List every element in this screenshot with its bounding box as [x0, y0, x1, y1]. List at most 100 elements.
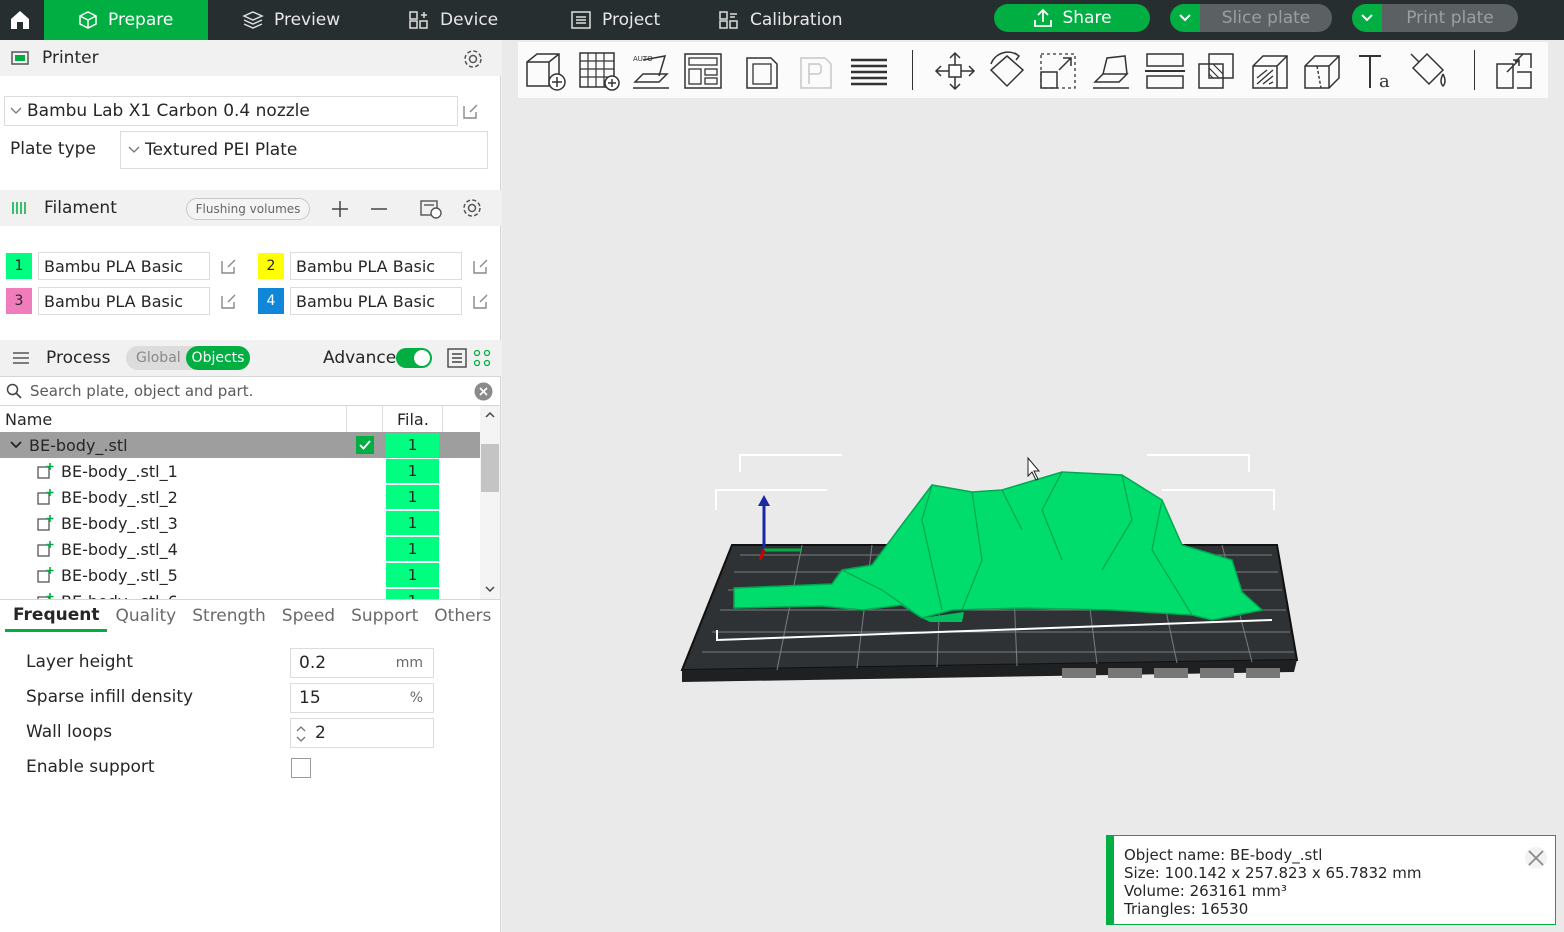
gear-icon[interactable]: [461, 197, 483, 219]
filament-cell[interactable]: 1: [386, 511, 439, 535]
stepper-arrows-icon[interactable]: [295, 723, 307, 745]
minus-icon[interactable]: [369, 199, 389, 219]
part-name: BE-body_.stl_1: [61, 461, 178, 481]
global-option[interactable]: Global: [136, 350, 181, 366]
tab-prepare[interactable]: Prepare: [44, 0, 208, 40]
filament-1-select[interactable]: Bambu PLA Basic: [38, 252, 210, 280]
part-icon: [37, 489, 54, 505]
print-plate-button[interactable]: Print plate: [1382, 4, 1518, 32]
sparse-infill-label: Sparse infill density: [26, 687, 194, 707]
edit-icon[interactable]: [220, 257, 238, 275]
tab-speed[interactable]: Speed: [274, 600, 343, 632]
filament-cell[interactable]: 1: [386, 563, 439, 587]
sync-ams-icon[interactable]: [419, 198, 443, 220]
object-search-bar: Search plate, object and part.: [0, 376, 501, 406]
slice-plate-button[interactable]: Slice plate: [1200, 4, 1332, 32]
filament-3-select[interactable]: Bambu PLA Basic: [38, 287, 210, 315]
advance-label: Advance: [323, 348, 397, 368]
home-button[interactable]: [0, 0, 40, 40]
wall-loops-stepper[interactable]: 2: [290, 718, 434, 748]
gear-icon[interactable]: [462, 48, 484, 70]
tab-label: Device: [440, 10, 499, 30]
objects-option[interactable]: Objects: [186, 346, 250, 370]
chevron-down-icon[interactable]: [9, 440, 23, 450]
filament-cell[interactable]: 1: [386, 459, 439, 483]
device-icon: [409, 11, 428, 29]
table-row[interactable]: BE-body_.stl 1: [0, 432, 480, 458]
tab-preview[interactable]: Preview: [232, 0, 350, 40]
filament-4-swatch[interactable]: 4: [258, 288, 284, 314]
mouse-cursor: [1027, 456, 1041, 481]
plus-icon[interactable]: [330, 199, 350, 219]
tab-frequent[interactable]: Frequent: [5, 600, 108, 632]
close-icon[interactable]: [1524, 846, 1548, 870]
advance-toggle[interactable]: [396, 348, 432, 368]
home-icon: [11, 11, 29, 29]
share-button[interactable]: Share: [994, 4, 1150, 32]
edit-icon[interactable]: [472, 257, 490, 275]
part-icon: [37, 463, 54, 479]
plate-type-value: Textured PEI Plate: [145, 140, 298, 160]
print-dropdown-button[interactable]: [1352, 4, 1382, 32]
table-row[interactable]: BE-body_.stl_6 1: [0, 588, 480, 600]
part-icon: [37, 593, 54, 599]
scroll-down-icon[interactable]: [484, 584, 496, 594]
compare-icon[interactable]: [473, 348, 491, 368]
tab-project[interactable]: Project: [560, 0, 670, 40]
filament-3-swatch[interactable]: 3: [6, 288, 32, 314]
list-view-icon[interactable]: [447, 348, 467, 368]
table-row[interactable]: BE-body_.stl_1 1: [0, 458, 480, 484]
sparse-infill-input[interactable]: 15 %: [290, 683, 434, 713]
edit-icon[interactable]: [472, 292, 490, 310]
table-row[interactable]: BE-body_.stl_2 1: [0, 484, 480, 510]
enable-support-checkbox[interactable]: [291, 758, 311, 778]
layers-icon: [242, 11, 264, 29]
part-name: BE-body_.stl_6: [61, 592, 178, 600]
top-bar: Prepare Preview Device Project Calibrati…: [0, 0, 1564, 40]
fila-column-header[interactable]: Fila.: [397, 410, 429, 429]
filament-4-select[interactable]: Bambu PLA Basic: [290, 287, 462, 315]
layer-height-value: 0.2: [299, 653, 327, 673]
edit-icon[interactable]: [462, 102, 480, 120]
edit-icon[interactable]: [220, 292, 238, 310]
layer-height-input[interactable]: 0.2 mm: [290, 648, 434, 678]
printer-preset-select[interactable]: Bambu Lab X1 Carbon 0.4 nozzle: [4, 96, 458, 126]
tab-support[interactable]: Support: [343, 600, 426, 632]
filament-cell[interactable]: 1: [386, 537, 439, 561]
sparse-infill-unit: %: [409, 690, 423, 706]
print-plate-group: Print plate: [1352, 4, 1518, 32]
filament-2-select[interactable]: Bambu PLA Basic: [290, 252, 462, 280]
tab-device[interactable]: Device: [398, 0, 508, 40]
axis-gizmo: [758, 495, 802, 561]
object-info-panel: Object name: BE-body_.stl Size: 100.142 …: [1106, 835, 1556, 925]
search-input[interactable]: Search plate, object and part.: [30, 382, 253, 400]
plate-type-select[interactable]: Textured PEI Plate: [120, 131, 488, 169]
tab-quality[interactable]: Quality: [107, 600, 184, 632]
slice-dropdown-button[interactable]: [1170, 4, 1200, 32]
tab-calibration[interactable]: Calibration: [708, 0, 853, 40]
object-list-scrollbar[interactable]: [480, 406, 500, 599]
object-size-info: Size: 100.142 x 257.823 x 65.7832 mm: [1124, 864, 1422, 882]
table-row[interactable]: BE-body_.stl_5 1: [0, 562, 480, 588]
printable-checkbox[interactable]: [356, 436, 374, 454]
table-row[interactable]: BE-body_.stl_4 1: [0, 536, 480, 562]
printer-title: Printer: [42, 48, 99, 68]
part-icon: [37, 541, 54, 557]
filament-1-swatch[interactable]: 1: [6, 253, 32, 279]
filament-cell[interactable]: 1: [386, 433, 439, 457]
filament-icon: [12, 202, 26, 214]
process-scope-toggle[interactable]: Global Objects: [126, 346, 250, 370]
process-section-header: Process Global Objects Advance: [0, 340, 501, 376]
table-row[interactable]: BE-body_.stl_3 1: [0, 510, 480, 536]
tab-others[interactable]: Others: [426, 600, 499, 632]
3d-scene[interactable]: [502, 40, 1564, 932]
name-column-header[interactable]: Name: [5, 410, 52, 429]
filament-cell[interactable]: 1: [386, 485, 439, 509]
flushing-volumes-button[interactable]: Flushing volumes: [186, 198, 310, 220]
scroll-thumb[interactable]: [481, 444, 499, 492]
scroll-up-icon[interactable]: [484, 410, 496, 420]
filament-2-swatch[interactable]: 2: [258, 253, 284, 279]
filament-cell[interactable]: 1: [386, 589, 439, 599]
tab-strength[interactable]: Strength: [184, 600, 274, 632]
clear-search-icon[interactable]: [474, 382, 493, 401]
